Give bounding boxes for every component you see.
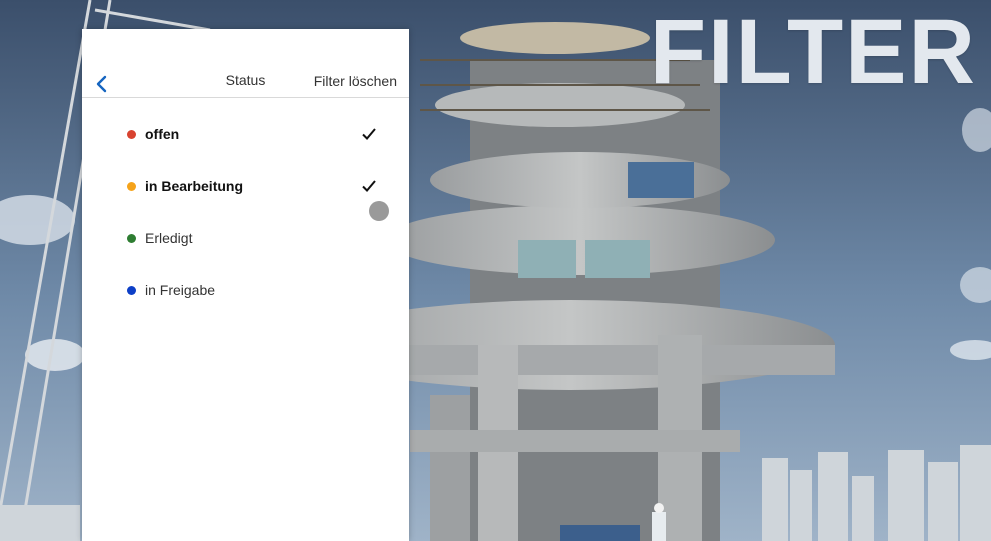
status-label: offen <box>145 126 180 142</box>
status-list: offen in Bearbeitung Erledigt in Freigab… <box>82 108 409 316</box>
status-item-offen[interactable]: offen <box>82 108 409 160</box>
touch-cursor <box>369 201 389 221</box>
checkmark-icon <box>362 180 376 192</box>
status-label: in Freigabe <box>145 282 216 298</box>
status-dot-red <box>127 129 136 139</box>
status-dot-orange <box>127 181 136 191</box>
status-item-erledigt[interactable]: Erledigt <box>82 212 409 264</box>
status-dot-blue <box>127 285 136 295</box>
filter-panel: Status Filter löschen offen in Bearbeitu… <box>82 29 409 541</box>
panel-header: Status Filter löschen <box>82 29 409 98</box>
status-item-in-freigabe[interactable]: in Freigabe <box>82 264 409 316</box>
clear-filter-button[interactable]: Filter löschen <box>314 73 397 89</box>
checkmark-icon <box>362 128 376 140</box>
status-dot-green <box>127 233 136 243</box>
status-item-in-bearbeitung[interactable]: in Bearbeitung <box>82 160 409 212</box>
headline: FILTER <box>649 1 977 103</box>
status-label: Erledigt <box>145 230 193 246</box>
status-label: in Bearbeitung <box>145 178 244 194</box>
